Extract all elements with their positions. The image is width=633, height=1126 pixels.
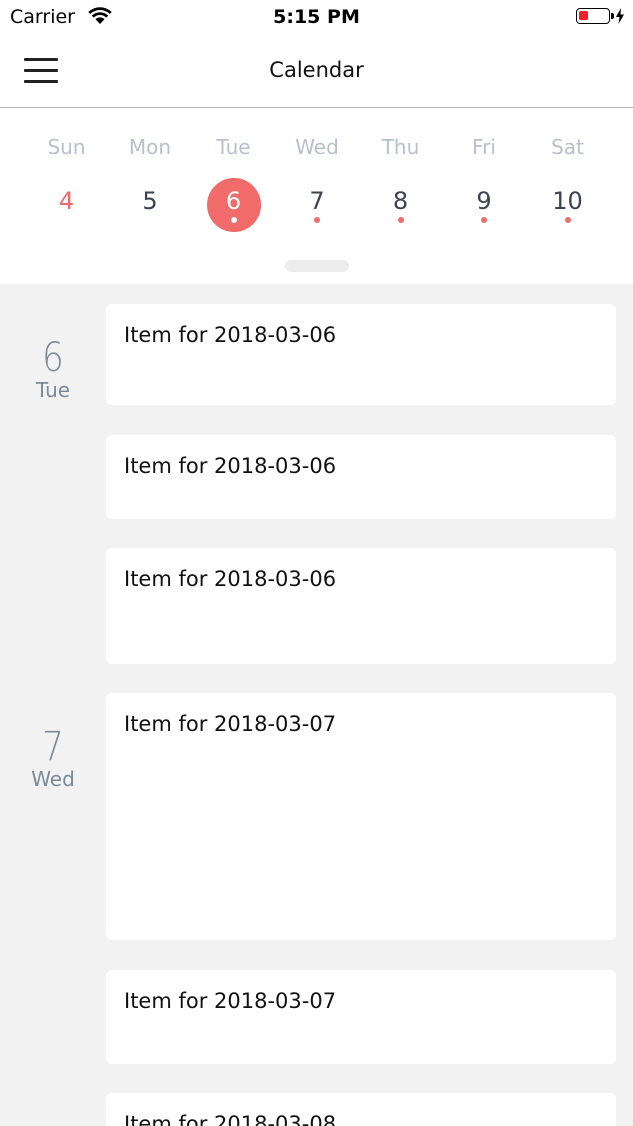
day-column-wed: Wed 7 <box>275 108 359 238</box>
battery-tip <box>611 13 614 19</box>
day-number: 10 <box>552 187 583 215</box>
day-column-sat: Sat 10 <box>526 108 610 238</box>
weekday-label: Tue <box>216 135 251 159</box>
day-number: 4 <box>58 187 75 215</box>
status-time: 5:15 PM <box>273 6 360 28</box>
week-calendar-strip: Sun 4 Mon 5 Tue 6 Wed 7 Thu 8 Fri 9 Sat 10 <box>0 108 633 284</box>
agenda-item-text: Item for 2018-03-07 <box>124 712 337 736</box>
day-number: 8 <box>392 187 409 215</box>
calendar-screen: Carrier 5:15 PM Calendar Sun 4 Mon 5 Tue 6 Wed… <box>0 0 633 1126</box>
weekday-label: Mon <box>128 135 172 159</box>
agenda-list[interactable]: 6 Tue 7 Wed Item for 2018-03-06 Item for… <box>0 284 633 1126</box>
event-dot-icon <box>230 217 237 223</box>
agenda-item-text: Item for 2018-03-06 <box>124 323 337 347</box>
agenda-item-card[interactable]: Item for 2018-03-06 <box>106 304 616 405</box>
day-button[interactable]: 8 <box>374 178 428 232</box>
page-title: Calendar <box>269 58 364 82</box>
day-number: 7 <box>309 187 325 215</box>
day-number: 9 <box>476 187 492 215</box>
navigation-bar: Calendar <box>0 36 633 108</box>
weekday-label: Sat <box>551 135 584 159</box>
day-number: 5 <box>142 187 158 215</box>
agenda-item-card[interactable]: Item for 2018-03-07 <box>106 693 616 940</box>
day-column-fri: Fri 9 <box>442 108 526 238</box>
weekday-label: Thu <box>381 135 420 159</box>
event-dot-icon <box>397 217 404 223</box>
day-button[interactable]: 7 <box>290 178 344 232</box>
agenda-date-number: 6 <box>42 335 64 381</box>
agenda-item-text: Item for 2018-03-06 <box>124 567 337 591</box>
weekday-label: Wed <box>295 135 339 159</box>
agenda-date-weekday: Tue <box>35 378 71 402</box>
event-dot-icon <box>314 217 320 223</box>
day-button[interactable]: 5 <box>123 178 177 232</box>
day-button[interactable]: 9 <box>457 178 511 232</box>
day-button[interactable]: 4 <box>40 178 94 232</box>
agenda-item-card[interactable]: Item for 2018-03-06 <box>106 435 616 519</box>
selected-day-button[interactable]: 6 <box>206 178 261 232</box>
status-bar: Carrier 5:15 PM <box>0 0 633 36</box>
agenda-item-card[interactable]: Item for 2018-03-07 <box>106 970 616 1064</box>
weekday-label: Fri <box>472 135 496 159</box>
day-column-thu: Thu 8 <box>359 108 443 238</box>
agenda-item-card[interactable]: Item for 2018-03-08 <box>106 1093 616 1126</box>
day-column-tue: Tue 6 <box>192 108 276 238</box>
expand-calendar-handle[interactable] <box>285 260 349 272</box>
agenda-date-label: 6 Tue <box>0 338 106 402</box>
agenda-date-number: 7 <box>42 724 64 770</box>
agenda-item-text: Item for 2018-03-08 <box>124 1112 337 1126</box>
event-dot-icon <box>564 217 571 223</box>
day-column-mon: Mon 5 <box>108 108 192 238</box>
weekday-label: Sun <box>47 135 86 159</box>
agenda-item-text: Item for 2018-03-06 <box>124 454 337 478</box>
day-column-sun: Sun 4 <box>25 108 109 238</box>
agenda-item-text: Item for 2018-03-07 <box>124 989 337 1013</box>
day-button[interactable]: 10 <box>541 178 595 232</box>
battery-level <box>579 11 588 20</box>
agenda-item-card[interactable]: Item for 2018-03-06 <box>106 548 616 664</box>
agenda-date-weekday: Wed <box>31 767 75 791</box>
battery-icon <box>576 8 610 24</box>
charging-bolt-icon <box>616 8 624 24</box>
day-number: 6 <box>225 187 242 215</box>
agenda-date-label: 7 Wed <box>0 727 106 791</box>
event-dot-icon <box>481 217 487 223</box>
